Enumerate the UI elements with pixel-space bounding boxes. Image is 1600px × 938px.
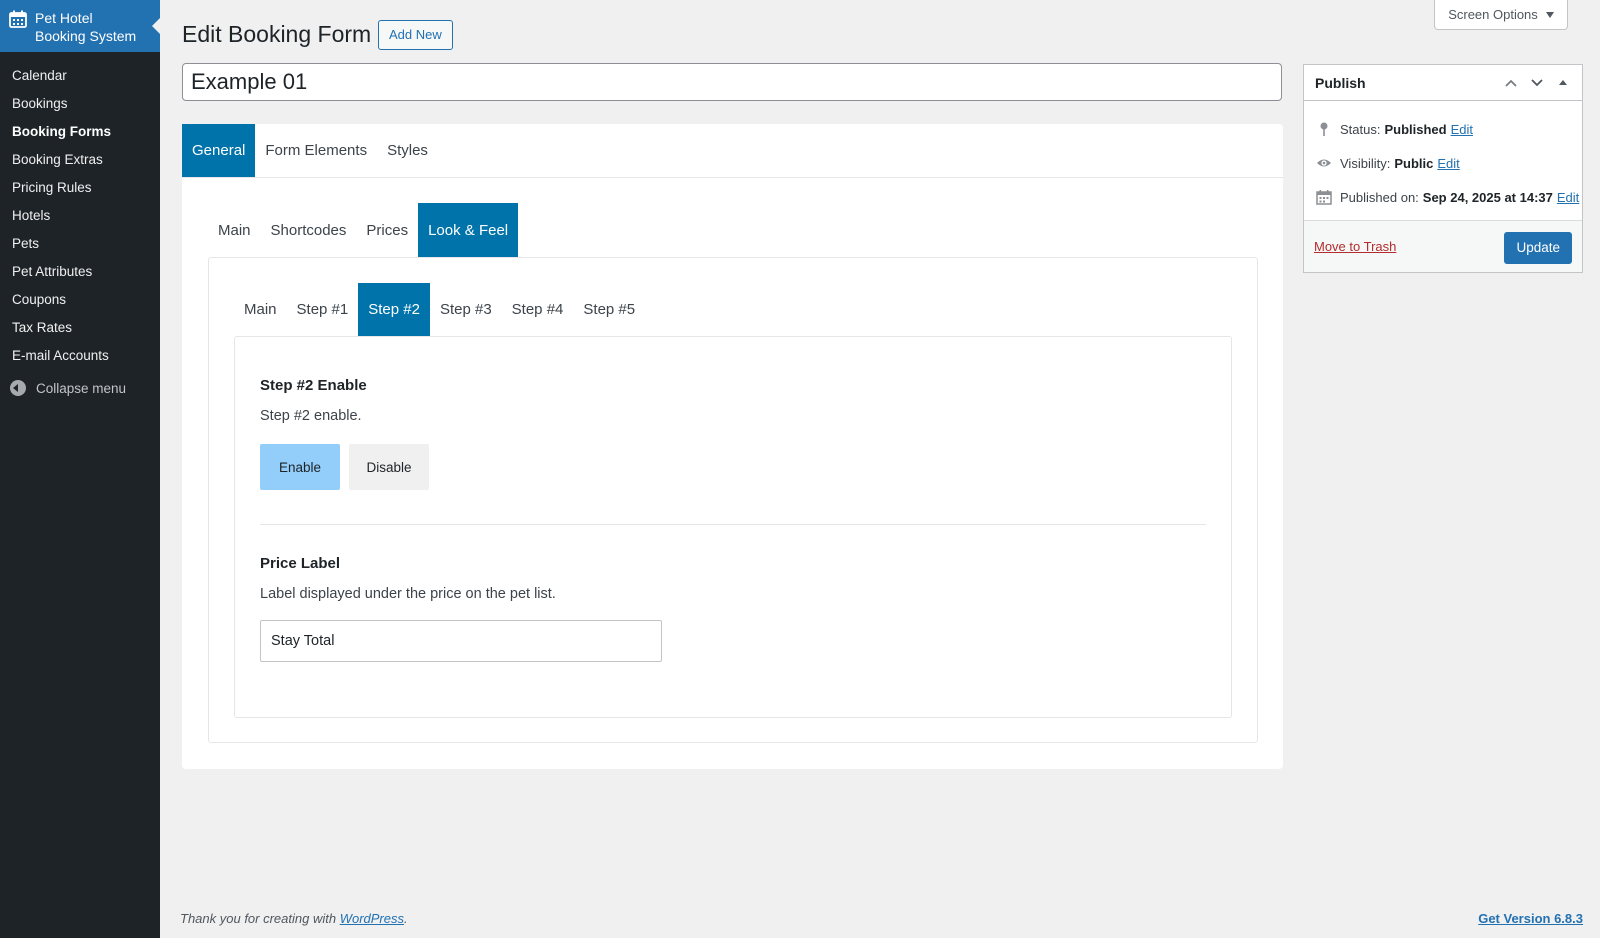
published-on-row: Published on: Sep 24, 2025 at 14:37 Edit: [1304, 180, 1582, 214]
calendar-icon: [9, 10, 27, 28]
edit-visibility-link[interactable]: Edit: [1437, 156, 1459, 171]
step-2-enable-description: Step #2 enable.: [260, 408, 362, 424]
tab-form-elements[interactable]: Form Elements: [255, 124, 377, 177]
screen-options-label: Screen Options: [1448, 7, 1538, 22]
tab-styles[interactable]: Styles: [377, 124, 438, 177]
disable-button[interactable]: Disable: [349, 444, 429, 490]
sidebar-item-booking-forms[interactable]: Booking Forms: [0, 118, 160, 146]
sidebar-item-email-accounts[interactable]: E-mail Accounts: [0, 342, 160, 370]
publish-box: Publish Status: Published Edit Visibilit…: [1303, 64, 1583, 273]
step-tab-4[interactable]: Step #4: [502, 283, 574, 336]
subtab-shortcodes[interactable]: Shortcodes: [261, 203, 357, 257]
sidebar-item-calendar[interactable]: Calendar: [0, 62, 160, 90]
screen-options-button[interactable]: Screen Options: [1434, 0, 1568, 30]
plugin-brand[interactable]: Pet Hotel Booking System: [0, 0, 160, 52]
section-divider: [260, 524, 1206, 525]
update-button[interactable]: Update: [1504, 232, 1572, 264]
status-row: Status: Published Edit: [1304, 112, 1582, 146]
visibility-row: Visibility: Public Edit: [1304, 146, 1582, 180]
add-new-button[interactable]: Add New: [378, 20, 453, 50]
collapse-menu-button[interactable]: Collapse menu: [0, 373, 160, 403]
step-2-toggle-group: Enable Disable: [260, 444, 1206, 490]
publish-actions: Move to Trash Update: [1304, 220, 1582, 272]
post-title-input[interactable]: [182, 63, 1282, 101]
edit-date-link[interactable]: Edit: [1557, 190, 1579, 205]
pin-icon: [1320, 122, 1328, 136]
subtab-prices[interactable]: Prices: [356, 203, 418, 257]
sidebar-item-bookings[interactable]: Bookings: [0, 90, 160, 118]
edit-status-link[interactable]: Edit: [1451, 122, 1473, 137]
wordpress-link[interactable]: WordPress: [340, 911, 404, 926]
price-label-title: Price Label: [260, 555, 341, 572]
move-down-icon[interactable]: [1524, 74, 1550, 92]
published-date-value: Sep 24, 2025 at 14:37: [1422, 189, 1553, 205]
brand-name: Pet Hotel Booking System: [35, 10, 137, 44]
collapse-menu-label: Collapse menu: [36, 380, 127, 396]
caret-down-icon: [1545, 11, 1554, 18]
sidebar-item-pet-attributes[interactable]: Pet Attributes: [0, 258, 160, 286]
sidebar-item-tax-rates[interactable]: Tax Rates: [0, 314, 160, 342]
publish-box-controls: [1498, 74, 1576, 92]
sidebar-item-pricing-rules[interactable]: Pricing Rules: [0, 174, 160, 202]
calendar-icon: [1316, 190, 1332, 205]
admin-sidebar: Pet Hotel Booking System Calendar Bookin…: [0, 0, 160, 938]
page-title: Edit Booking Form: [182, 21, 372, 47]
price-label-input[interactable]: [260, 620, 662, 662]
enable-button[interactable]: Enable: [260, 444, 340, 490]
sidebar-item-hotels[interactable]: Hotels: [0, 202, 160, 230]
step-tab-2[interactable]: Step #2: [358, 283, 430, 336]
sidebar-item-booking-extras[interactable]: Booking Extras: [0, 146, 160, 174]
step-tab-main[interactable]: Main: [234, 283, 287, 336]
publish-box-header: Publish: [1304, 65, 1582, 101]
price-label-description: Label displayed under the price on the p…: [260, 586, 556, 602]
eye-icon: [1317, 159, 1331, 167]
move-to-trash-link[interactable]: Move to Trash: [1314, 239, 1396, 254]
publish-box-title: Publish: [1315, 74, 1366, 91]
step-tabs: Main Step #1 Step #2 Step #3 Step #4 Ste…: [234, 283, 645, 336]
step-2-settings: Step #2 Enable Step #2 enable. Enable Di…: [234, 336, 1232, 718]
step-tab-3[interactable]: Step #3: [430, 283, 502, 336]
step-2-enable-title: Step #2 Enable: [260, 377, 367, 394]
booking-form-settings-panel: General Form Elements Styles Main Shortc…: [182, 124, 1283, 769]
main-tabs: General Form Elements Styles: [182, 124, 1283, 178]
sidebar-item-coupons[interactable]: Coupons: [0, 286, 160, 314]
subtab-look-and-feel[interactable]: Look & Feel: [418, 203, 519, 257]
move-up-icon[interactable]: [1498, 74, 1524, 92]
subtab-main[interactable]: Main: [208, 203, 261, 257]
step-tab-1[interactable]: Step #1: [287, 283, 359, 336]
tab-general[interactable]: General: [182, 124, 256, 177]
general-subtabs: Main Shortcodes Prices Look & Feel: [208, 203, 519, 257]
collapse-icon: [10, 380, 26, 396]
look-and-feel-panel: Main Step #1 Step #2 Step #3 Step #4 Ste…: [208, 257, 1258, 743]
publish-meta: Status: Published Edit Visibility: Publi…: [1304, 101, 1582, 214]
sidebar-item-pets[interactable]: Pets: [0, 230, 160, 258]
get-version-link[interactable]: Get Version 6.8.3: [1478, 911, 1583, 926]
visibility-value: Public: [1394, 155, 1434, 171]
status-value: Published: [1384, 121, 1447, 137]
toggle-panel-icon[interactable]: [1550, 74, 1576, 92]
footer-thanks: Thank you for creating with WordPress.: [180, 911, 408, 926]
sidebar-menu: Calendar Bookings Booking Forms Booking …: [0, 52, 160, 370]
step-tab-5[interactable]: Step #5: [573, 283, 645, 336]
